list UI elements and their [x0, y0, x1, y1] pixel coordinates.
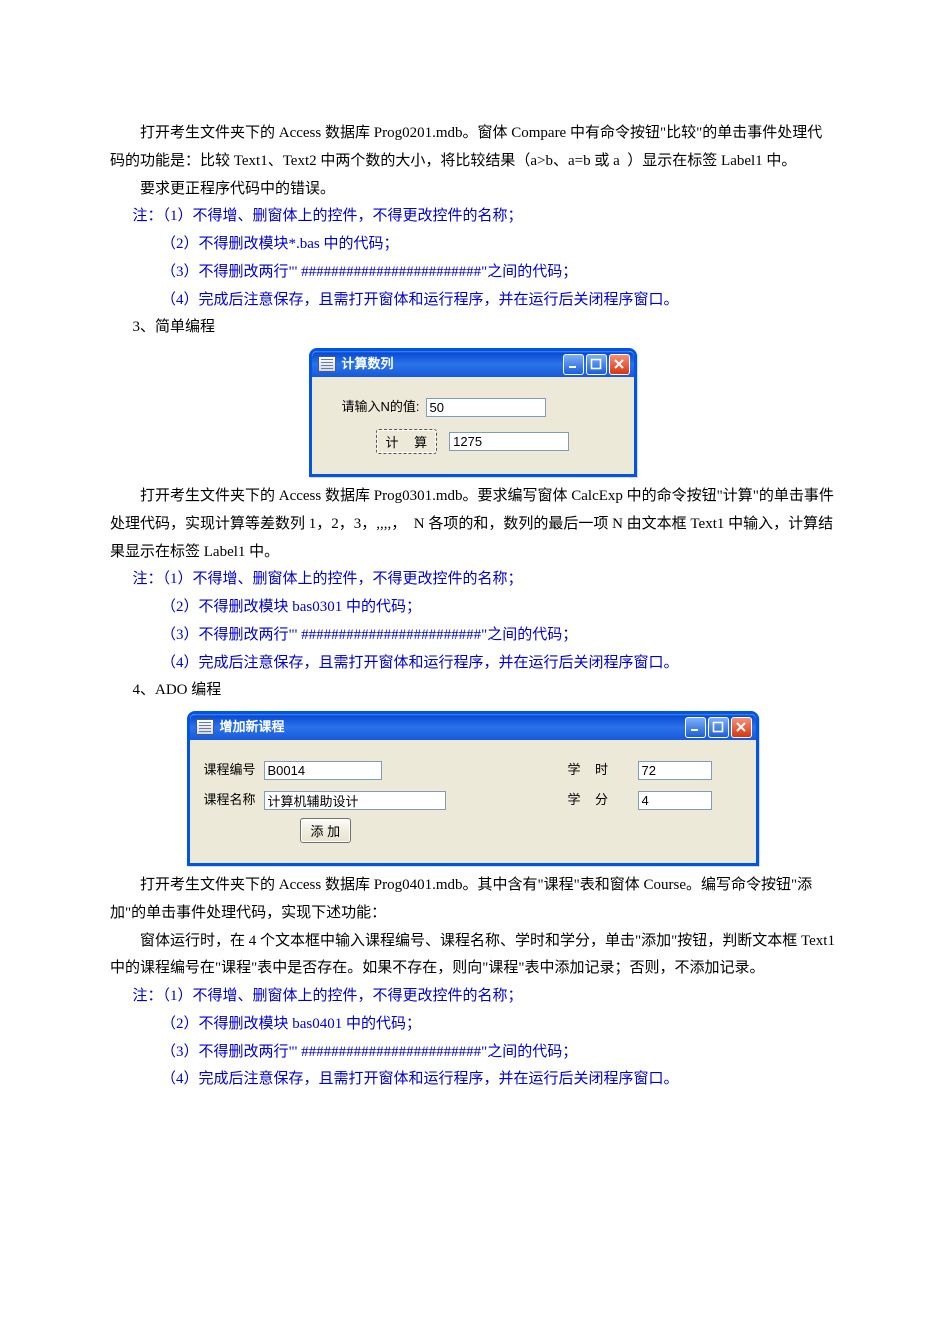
window-body: 课程编号 学 时 课程名称 学 分 添 加	[190, 740, 756, 863]
label-n: 请输入N的值:	[326, 395, 426, 419]
note-line: （3）不得删改两行"' ########################"之间的…	[110, 622, 835, 650]
label-hours: 学 时	[568, 758, 638, 782]
form-icon	[196, 719, 214, 735]
note-line: 注：（1）不得增、删窗体上的控件，不得更改控件的名称；	[110, 203, 835, 231]
note-line: （2）不得删改模块 bas0401 中的代码；	[110, 1011, 835, 1039]
input-credit[interactable]	[638, 791, 712, 810]
note-line: 注：（1）不得增、删窗体上的控件，不得更改控件的名称；	[110, 983, 835, 1011]
window-title: 计算数列	[342, 352, 561, 376]
paragraph: 4、ADO 编程	[110, 677, 835, 705]
titlebar: 计算数列	[312, 351, 634, 377]
titlebar: 增加新课程	[190, 714, 756, 740]
maximize-button[interactable]	[586, 354, 607, 375]
add-button[interactable]: 添 加	[300, 818, 352, 843]
maximize-button[interactable]	[708, 717, 729, 738]
window-title: 增加新课程	[220, 715, 683, 739]
paragraph: 打开考生文件夹下的 Access 数据库 Prog0201.mdb。窗体 Com…	[110, 120, 835, 176]
paragraph: 打开考生文件夹下的 Access 数据库 Prog0401.mdb。其中含有"课…	[110, 872, 835, 928]
close-button[interactable]	[609, 354, 630, 375]
window-course: 增加新课程 课程编号 学 时 课程名称	[187, 711, 759, 866]
calc-button[interactable]: 计 算	[376, 429, 438, 454]
input-course-name[interactable]	[264, 791, 446, 810]
label-credit: 学 分	[568, 788, 638, 812]
note-line: （4）完成后注意保存，且需打开窗体和运行程序，并在运行后关闭程序窗口。	[110, 287, 835, 315]
window-body: 请输入N的值: 计 算	[312, 377, 634, 474]
paragraph: 打开考生文件夹下的 Access 数据库 Prog0301.mdb。要求编写窗体…	[110, 483, 835, 566]
note-line: （3）不得删改两行"' ########################"之间的…	[110, 1039, 835, 1067]
minimize-button[interactable]	[685, 717, 706, 738]
label-course-id: 课程编号	[204, 758, 264, 782]
close-button[interactable]	[731, 717, 752, 738]
window-calc: 计算数列 请输入N的值: 计 算	[309, 348, 637, 477]
input-hours[interactable]	[638, 761, 712, 780]
page: 打开考生文件夹下的 Access 数据库 Prog0201.mdb。窗体 Com…	[0, 0, 945, 1337]
result-field[interactable]	[449, 432, 569, 451]
note-line: （2）不得删改模块*.bas 中的代码；	[110, 231, 835, 259]
input-course-id[interactable]	[264, 761, 382, 780]
minimize-button[interactable]	[563, 354, 584, 375]
label-course-name: 课程名称	[204, 788, 264, 812]
note-line: （3）不得删改两行"' ########################"之间的…	[110, 259, 835, 287]
paragraph: 要求更正程序代码中的错误。	[110, 176, 835, 204]
note-line: （4）完成后注意保存，且需打开窗体和运行程序，并在运行后关闭程序窗口。	[110, 1066, 835, 1094]
note-line: 注：（1）不得增、删窗体上的控件，不得更改控件的名称；	[110, 566, 835, 594]
form-icon	[318, 356, 336, 372]
note-line: （4）完成后注意保存，且需打开窗体和运行程序，并在运行后关闭程序窗口。	[110, 650, 835, 678]
note-line: （2）不得删改模块 bas0301 中的代码；	[110, 594, 835, 622]
input-n[interactable]	[426, 398, 546, 417]
paragraph: 窗体运行时，在 4 个文本框中输入课程编号、课程名称、学时和学分，单击"添加"按…	[110, 928, 835, 984]
paragraph: 3、简单编程	[110, 314, 835, 342]
